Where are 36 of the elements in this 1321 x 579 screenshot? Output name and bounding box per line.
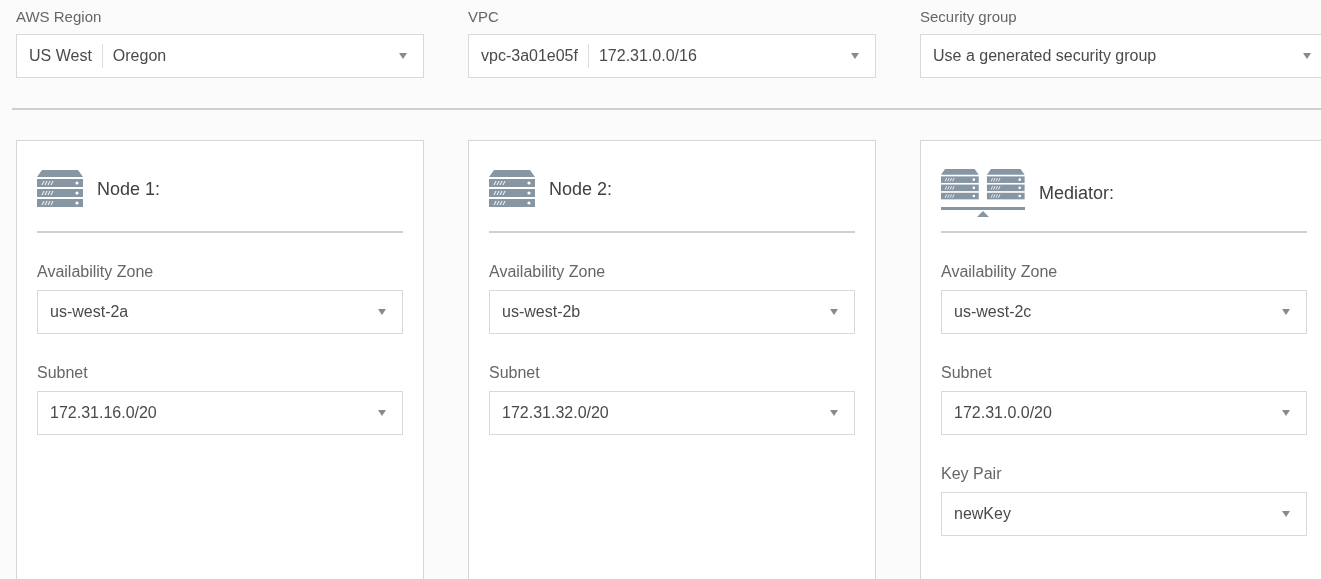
field-label: Security group bbox=[920, 8, 1018, 25]
field-label: AWS Region bbox=[16, 8, 103, 25]
field-label: Subnet bbox=[37, 364, 89, 382]
field-label: Subnet bbox=[941, 364, 993, 382]
caret-icon bbox=[399, 53, 407, 59]
field-label: Subnet bbox=[489, 364, 541, 382]
dropdown[interactable]: vpc-3a01e05f 172.31.0.0/16 bbox=[468, 34, 876, 78]
panel-title: Mediator: bbox=[1039, 182, 1115, 204]
server-icon bbox=[37, 169, 83, 209]
dropdown[interactable]: Use a generated security group bbox=[920, 34, 1321, 78]
field-label: Availability Zone bbox=[941, 263, 1059, 281]
dropdown[interactable]: 172.31.32.0/20 bbox=[489, 391, 855, 435]
caret-icon bbox=[378, 410, 386, 416]
dropdown[interactable]: 172.31.0.0/20 bbox=[941, 391, 1307, 435]
caret-icon bbox=[830, 309, 838, 315]
dropdown[interactable]: US West Oregon bbox=[16, 34, 424, 78]
caret-icon bbox=[378, 309, 386, 315]
caret-icon bbox=[851, 53, 859, 59]
caret-icon bbox=[1282, 410, 1290, 416]
dropdown[interactable]: newKey bbox=[941, 492, 1307, 536]
field-label: Availability Zone bbox=[37, 263, 155, 281]
server-pair-icon bbox=[941, 169, 1025, 217]
field-label: VPC bbox=[468, 8, 500, 25]
dropdown[interactable]: us-west-2c bbox=[941, 290, 1307, 334]
caret-icon bbox=[830, 410, 838, 416]
panel-title: Node 1: bbox=[97, 178, 161, 200]
server-icon bbox=[489, 169, 535, 209]
dropdown[interactable]: 172.31.16.0/20 bbox=[37, 391, 403, 435]
caret-icon bbox=[1282, 511, 1290, 517]
caret-icon bbox=[1282, 309, 1290, 315]
field-label: Availability Zone bbox=[489, 263, 607, 281]
panel-title: Node 2: bbox=[549, 178, 613, 200]
caret-icon bbox=[1303, 53, 1311, 59]
dropdown[interactable]: us-west-2b bbox=[489, 290, 855, 334]
dropdown[interactable]: us-west-2a bbox=[37, 290, 403, 334]
field-label: Key Pair bbox=[941, 465, 1003, 483]
